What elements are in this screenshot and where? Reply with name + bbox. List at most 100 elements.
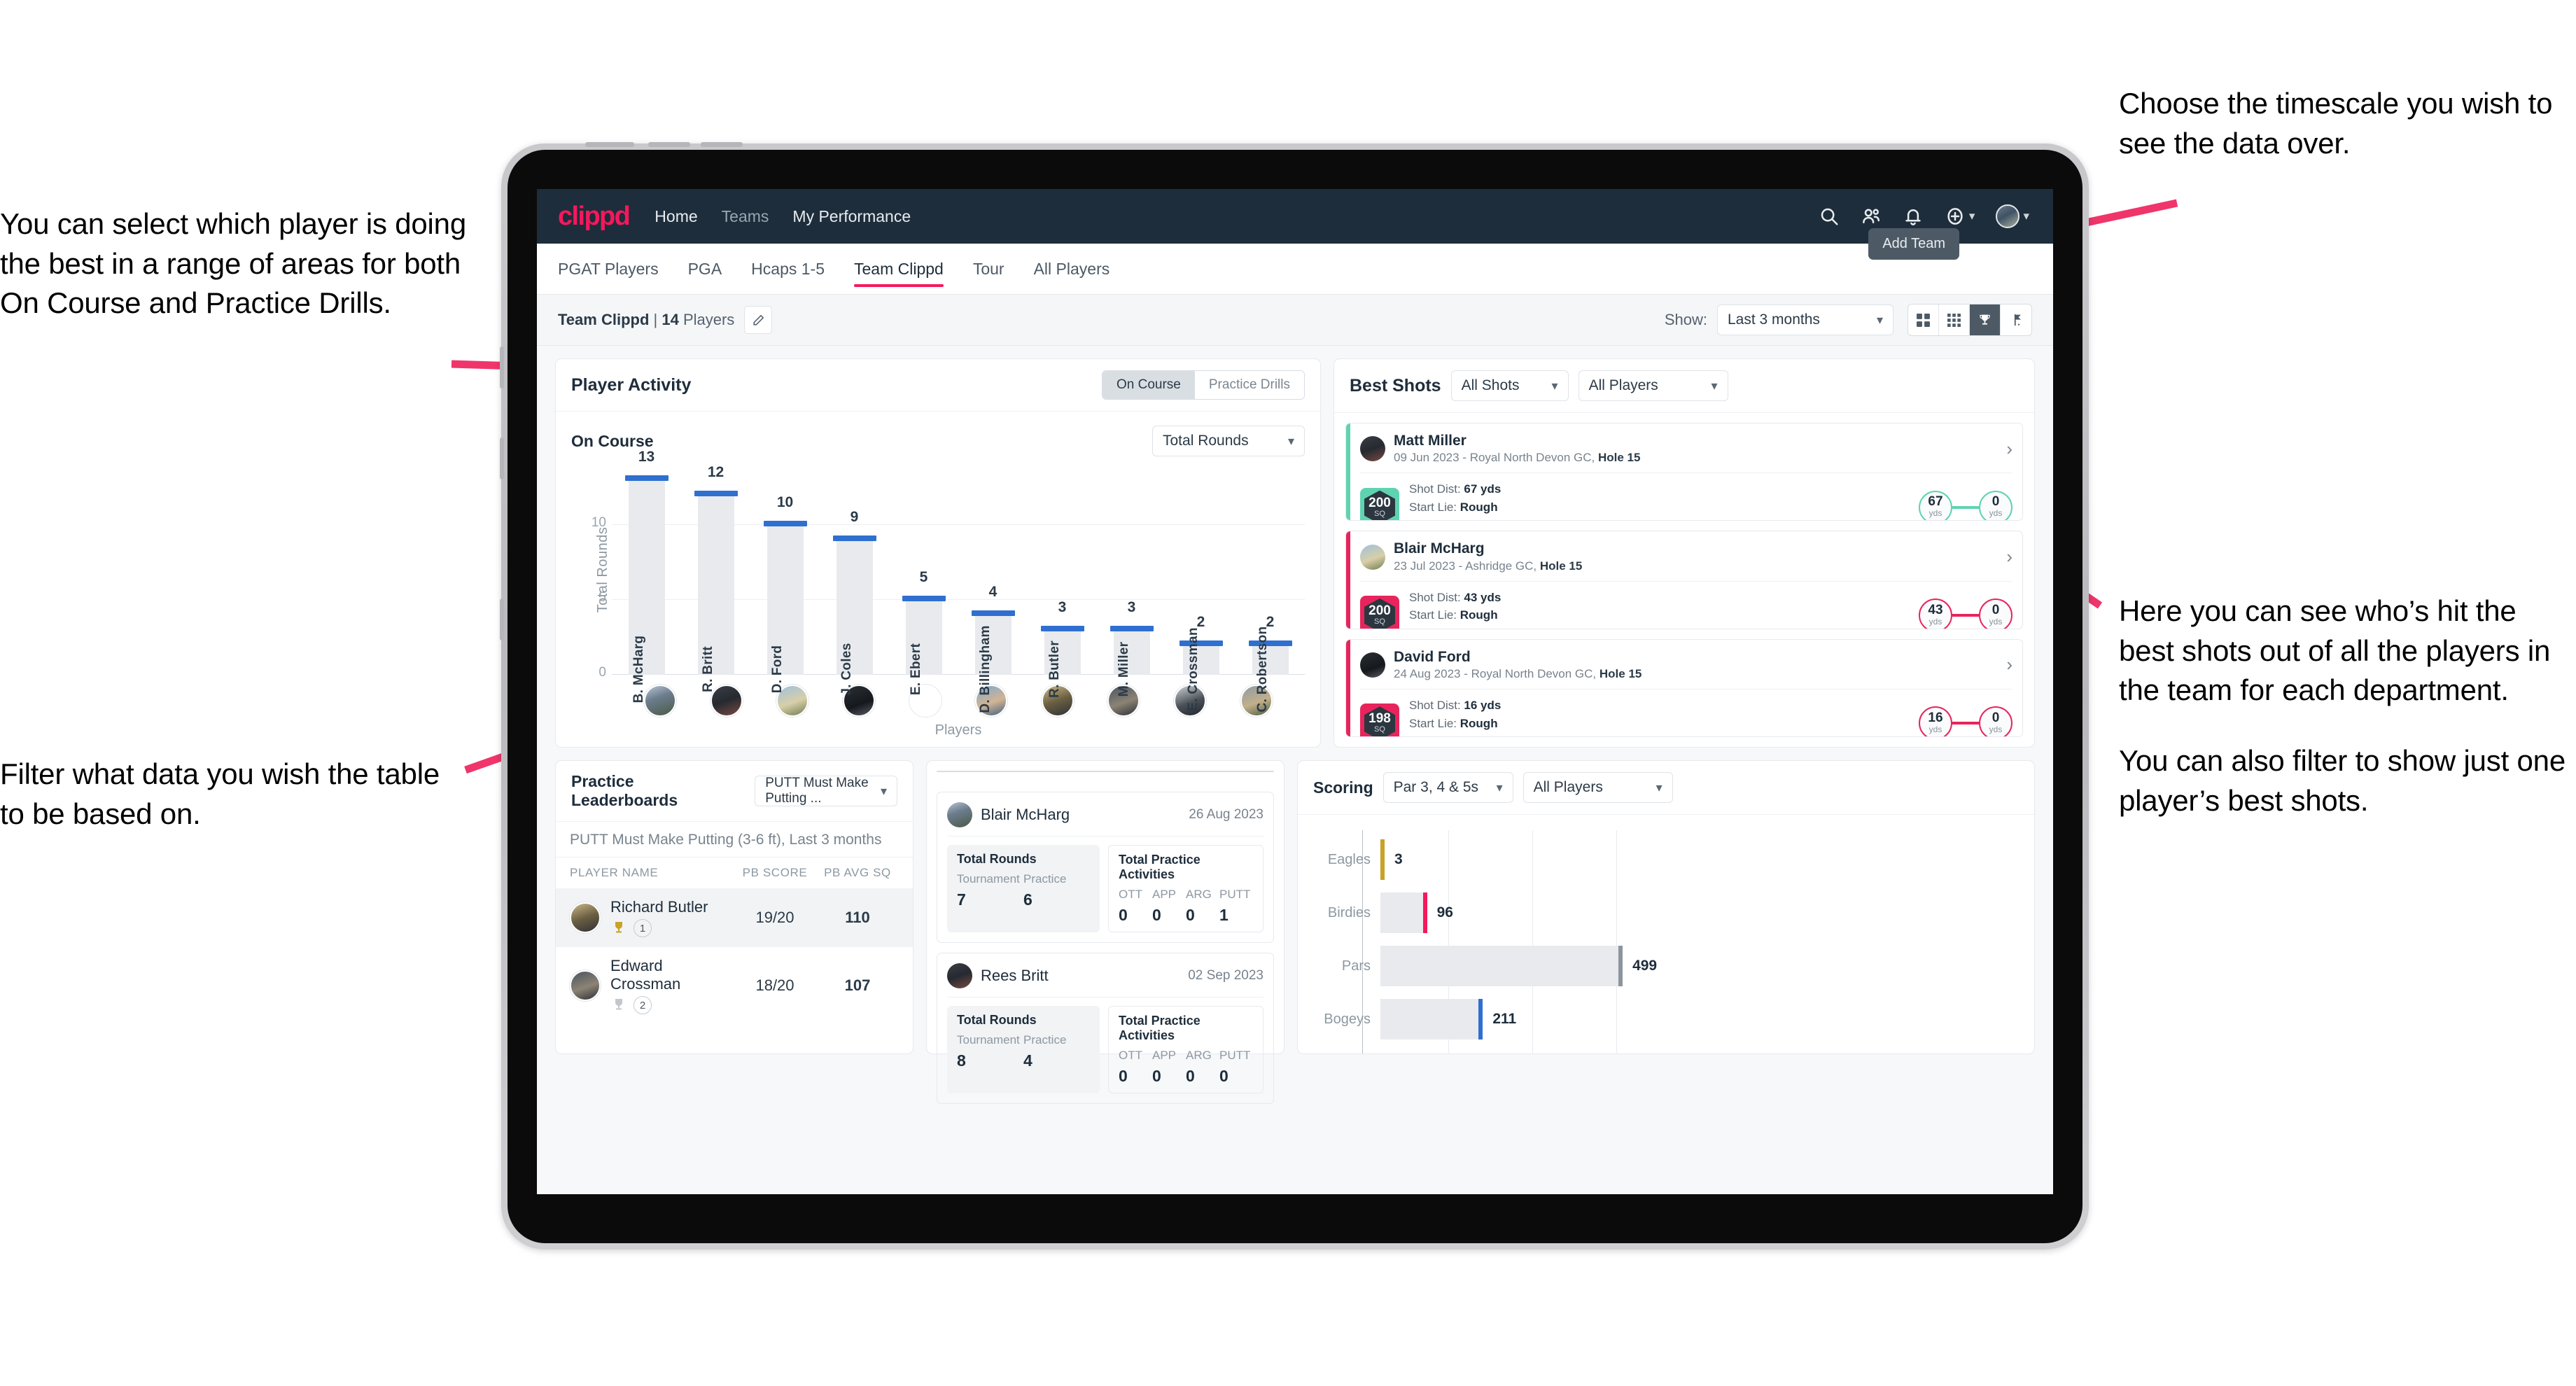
nav-link-my-performance[interactable]: My Performance [792,207,911,226]
activity-player-card[interactable]: Blair McHarg 26 Aug 2023 Total Rounds To… [937,792,1274,943]
tab-least-active[interactable]: Least Active [1105,771,1273,772]
metric-select[interactable]: Total Rounds ▾ [1152,426,1305,456]
rank-badge: 1 [634,919,652,937]
best-shot-card[interactable]: Blair McHarg 23 Jul 2023 - Ashridge GC, … [1345,531,2023,629]
chart-bar[interactable]: 5 E. Ebert [902,569,946,695]
player-activity-chart: Total Rounds 10 5 0 13 B. McHarg 12 R. Brit… [556,449,1320,750]
scoring-bar[interactable] [1380,839,1385,880]
tab-hcaps-1-5[interactable]: Hcaps 1-5 [751,244,825,294]
chart-bar[interactable]: 10 D. Ford [763,494,807,693]
chevron-down-icon: ▾ [1496,780,1503,794]
timescale-select[interactable]: Last 3 months ▾ [1717,304,1893,335]
add-menu[interactable]: ▾ [1945,206,1975,227]
drill-select[interactable]: PUTT Must Make Putting ... ▾ [755,776,897,806]
chart-bar[interactable]: 4 D. Billingham [971,584,1015,713]
player-avatar-cell [826,685,892,717]
chart-bar[interactable]: 3 R. Butler [1040,599,1084,698]
scoring-category-label: Birdies [1327,904,1371,920]
scoring-player-filter-value: All Players [1533,779,1603,795]
stat-value: 7 [957,890,966,909]
scoring-par-filter[interactable]: Par 3, 4 & 5s ▾ [1382,772,1513,803]
scoring-category-label: Bogeys [1324,1011,1371,1027]
chart-bar[interactable]: 12 R. Britt [694,464,738,692]
end-lie-label: End Lie: [1409,518,1456,520]
clippd-logo[interactable]: clippd [558,202,631,232]
tab-pga[interactable]: PGA [688,244,722,294]
chevron-right-icon[interactable]: › [2006,654,2012,676]
segment-practice-drills[interactable]: Practice Drills [1194,371,1304,399]
activity-date: 26 Aug 2023 [1189,807,1264,822]
end-lie-value: In The Hole [1456,626,1520,629]
scoring-bar[interactable] [1380,946,1623,986]
stat-value: 0 [1219,1067,1228,1085]
avatar[interactable] [644,685,677,717]
chart-bar[interactable]: 2 C. Robertson [1248,614,1292,712]
shot-dist-value: 16 yds [1464,699,1502,712]
chevron-right-icon[interactable]: › [2006,546,2012,568]
best-shot-hole: Hole 15 [1597,451,1641,465]
scoring-bar[interactable] [1380,892,1427,933]
stat-column: ARG 0 [1186,1049,1219,1086]
plus-circle-icon[interactable] [1945,206,1966,227]
total-rounds-cols: Tournament 8 Practice 4 [957,1033,1090,1070]
nav-link-teams[interactable]: Teams [722,207,769,226]
best-shot-meta-prefix: 09 Jun 2023 - Royal North Devon GC, [1394,451,1598,465]
grid-small-icon[interactable] [1939,304,1970,335]
chart-bar[interactable]: 9 J. Coles [832,509,876,696]
trophy-icon [615,922,622,933]
rank-badge: 2 [634,996,652,1014]
best-shot-card[interactable]: David Ford 24 Aug 2023 - Royal North Dev… [1345,638,2023,737]
scoring-bar[interactable] [1380,999,1483,1040]
distance-start-unit: yds [1928,508,1942,519]
best-shot-meta-prefix: 23 Jul 2023 - Ashridge GC, [1394,559,1540,573]
chart-bar[interactable]: 3 M. Miller [1110,599,1154,696]
practice-leaderboards-title: Practice Leaderboards [571,772,678,809]
stat-column: OTT 0 [1119,1049,1152,1086]
on-course-practice-toggle: On Course Practice Drills [1102,370,1305,400]
player-activity-title: Player Activity [571,374,692,395]
segment-on-course[interactable]: On Course [1102,371,1195,399]
trophy-icon[interactable] [1970,304,2001,335]
activity-stats: Total Rounds Tournament 7 Practice 6 Tot… [947,845,1264,932]
bell-icon[interactable] [1903,206,1924,227]
tab-all-players[interactable]: All Players [1034,244,1110,294]
annotation-right-top: Choose the timescale you wish to see the… [2119,84,2567,163]
best-shot-card[interactable]: Matt Miller 09 Jun 2023 - Royal North De… [1345,423,2023,522]
activity-player-header: Blair McHarg 26 Aug 2023 [947,802,1264,827]
tab-pgat-players[interactable]: PGAT Players [558,244,659,294]
chevron-down-icon: ▾ [1711,378,1718,393]
grid-large-icon[interactable] [1908,304,1939,335]
best-shots-shot-filter[interactable]: All Shots ▾ [1450,370,1569,401]
chevron-right-icon[interactable]: › [2006,438,2012,460]
edit-team-button[interactable] [744,306,773,334]
best-shots-player-filter[interactable]: All Players ▾ [1578,370,1728,401]
start-lie-label: Start Lie: [1409,716,1460,730]
table-row[interactable]: Edward Crossman 2 18/20 107 [556,947,913,1024]
flag-icon[interactable] [2001,304,2031,335]
nav-link-home[interactable]: Home [654,207,697,226]
activity-player-card[interactable]: Rees Britt 02 Sep 2023 Total Rounds Tour… [937,953,1274,1104]
team-tabs: PGAT Players PGA Hcaps 1-5 Team Clippd T… [537,228,2053,294]
people-icon[interactable] [1861,206,1882,227]
chart-bar-label: C. Robertson [1254,626,1270,713]
best-shot-meta-prefix: 24 Aug 2023 - Royal North Devon GC, [1394,666,1600,680]
stat-column: PUTT 1 [1219,888,1253,925]
chart-bar[interactable]: 13 B. McHarg [624,449,668,703]
tab-tour[interactable]: Tour [973,244,1004,294]
scoring-player-filter[interactable]: All Players ▾ [1522,772,1673,803]
search-icon[interactable] [1819,206,1840,227]
tab-team-clippd[interactable]: Team Clippd [854,244,944,294]
chart-bar-label: D. Billingham [977,625,993,713]
table-row[interactable]: Richard Butler 1 19/20 110 [556,888,913,947]
chevron-down-icon[interactable]: ▾ [1969,209,1975,223]
shot-quality-badge: 200 SQ [1360,595,1399,629]
chart-bar-value: 3 [1127,598,1136,615]
tab-most-active[interactable]: Most Active [937,771,1105,772]
chart-bar-group: 2 E. Crossman [1166,465,1236,711]
chevron-down-icon[interactable]: ▾ [2023,209,2029,223]
distance-connector [1952,505,1979,509]
chart-bar-value: 13 [638,449,655,465]
avatar[interactable] [1996,204,2020,228]
chart-bar[interactable]: 2 E. Crossman [1179,614,1223,711]
user-menu[interactable]: ▾ [1996,204,2029,228]
